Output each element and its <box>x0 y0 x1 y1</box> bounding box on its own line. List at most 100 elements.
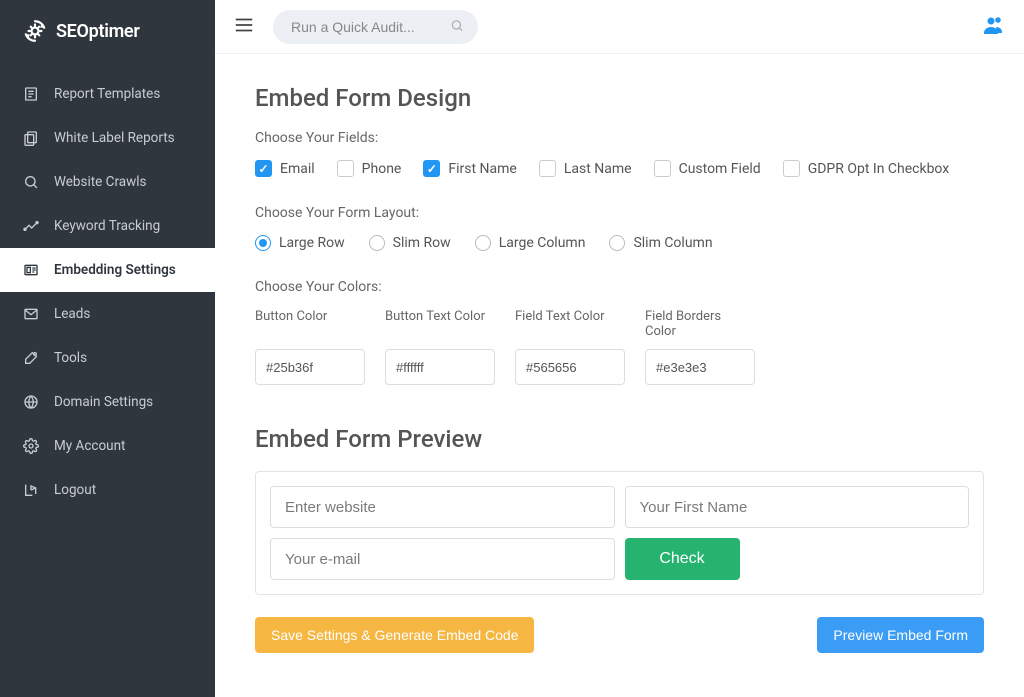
domain-icon <box>22 393 40 411</box>
radio-icon <box>255 235 271 251</box>
sidebar-item-label: Logout <box>54 482 96 498</box>
field-phone[interactable]: Phone <box>337 160 402 177</box>
checkbox-icon <box>539 160 556 177</box>
sidebar-item-label: My Account <box>54 438 125 454</box>
embed-icon <box>22 261 40 279</box>
radio-icon <box>369 235 385 251</box>
field-gdpr[interactable]: GDPR Opt In Checkbox <box>783 160 950 177</box>
checkbox-icon <box>783 160 800 177</box>
preview-check-button[interactable]: Check <box>625 538 740 580</box>
sidebar-item-report-templates[interactable]: Report Templates <box>0 72 215 116</box>
gear-arrows-icon <box>22 18 48 44</box>
topbar <box>215 0 1024 54</box>
layout-label: Choose Your Form Layout: <box>255 205 984 221</box>
preview-email-input[interactable] <box>270 538 615 580</box>
template-icon <box>22 85 40 103</box>
layout-option-label: Slim Column <box>633 235 712 251</box>
leads-icon <box>22 305 40 323</box>
brand-logo[interactable]: SEOptimer <box>0 0 215 64</box>
layout-large-col[interactable]: Large Column <box>475 235 586 251</box>
field-label: Last Name <box>564 161 632 177</box>
sidebar-item-logout[interactable]: Logout <box>0 468 215 512</box>
field-label: Custom Field <box>679 161 761 177</box>
layout-option-label: Large Row <box>279 235 345 251</box>
color-input-button[interactable] <box>255 349 365 385</box>
radio-icon <box>475 235 491 251</box>
app-root: SEOptimer Report Templates White Label R… <box>0 0 1024 697</box>
hamburger-icon[interactable] <box>233 14 255 40</box>
preview-row-1 <box>270 486 969 528</box>
checkbox-icon <box>654 160 671 177</box>
layout-option-label: Large Column <box>499 235 586 251</box>
preview-row-2: Check <box>270 538 969 580</box>
field-custom[interactable]: Custom Field <box>654 160 761 177</box>
sidebar: SEOptimer Report Templates White Label R… <box>0 0 215 697</box>
preview-title: Embed Form Preview <box>255 425 984 453</box>
account-icon <box>22 437 40 455</box>
logout-icon <box>22 481 40 499</box>
layout-slim-row[interactable]: Slim Row <box>369 235 451 251</box>
sidebar-item-label: Tools <box>54 350 87 366</box>
layout-row: Large Row Slim Row Large Column Slim Col… <box>255 235 984 251</box>
color-label: Button Color <box>255 309 365 341</box>
colors-row: Button Color Button Text Color Field Tex… <box>255 309 984 385</box>
checkbox-icon <box>337 160 354 177</box>
preview-form-button[interactable]: Preview Embed Form <box>817 617 984 653</box>
main-content: Embed Form Design Choose Your Fields: Em… <box>215 54 1024 697</box>
color-field-text: Field Text Color <box>515 309 625 385</box>
sidebar-item-domain[interactable]: Domain Settings <box>0 380 215 424</box>
layout-slim-col[interactable]: Slim Column <box>609 235 712 251</box>
footer-buttons: Save Settings & Generate Embed Code Prev… <box>255 617 984 653</box>
color-button-text: Button Text Color <box>385 309 495 385</box>
color-input-field-border[interactable] <box>645 349 755 385</box>
color-label: Field Borders Color <box>645 309 755 341</box>
design-title: Embed Form Design <box>255 84 984 112</box>
sidebar-item-label: Keyword Tracking <box>54 218 160 234</box>
color-label: Field Text Color <box>515 309 625 341</box>
whitelabel-icon <box>22 129 40 147</box>
sidebar-item-label: Domain Settings <box>54 394 153 410</box>
preview-website-input[interactable] <box>270 486 615 528</box>
sidebar-item-tools[interactable]: Tools <box>0 336 215 380</box>
field-firstname[interactable]: First Name <box>423 160 516 177</box>
sidebar-item-label: Website Crawls <box>54 174 147 190</box>
checkbox-icon <box>423 160 440 177</box>
field-lastname[interactable]: Last Name <box>539 160 632 177</box>
color-label: Button Text Color <box>385 309 495 341</box>
colors-label: Choose Your Colors: <box>255 279 984 295</box>
users-icon[interactable] <box>982 13 1006 41</box>
radio-icon <box>609 235 625 251</box>
fields-row: Email Phone First Name Last Name Custom … <box>255 160 984 177</box>
sidebar-nav: Report Templates White Label Reports Web… <box>0 64 215 512</box>
brand-text: SEOptimer <box>56 21 140 42</box>
color-button: Button Color <box>255 309 365 385</box>
sidebar-item-crawls[interactable]: Website Crawls <box>0 160 215 204</box>
color-field-border: Field Borders Color <box>645 309 755 385</box>
main-wrap: Embed Form Design Choose Your Fields: Em… <box>215 0 1024 697</box>
field-label: First Name <box>448 161 516 177</box>
keyword-icon <box>22 217 40 235</box>
sidebar-item-keyword[interactable]: Keyword Tracking <box>0 204 215 248</box>
layout-large-row[interactable]: Large Row <box>255 235 345 251</box>
color-input-field-text[interactable] <box>515 349 625 385</box>
sidebar-item-label: White Label Reports <box>54 130 175 146</box>
field-email[interactable]: Email <box>255 160 315 177</box>
sidebar-item-account[interactable]: My Account <box>0 424 215 468</box>
sidebar-item-embedding[interactable]: Embedding Settings <box>0 248 215 292</box>
sidebar-item-label: Embedding Settings <box>54 262 176 278</box>
tools-icon <box>22 349 40 367</box>
sidebar-item-white-label[interactable]: White Label Reports <box>0 116 215 160</box>
sidebar-item-label: Report Templates <box>54 86 160 102</box>
search-input[interactable] <box>273 10 478 44</box>
preview-firstname-input[interactable] <box>625 486 970 528</box>
embed-form-preview: Check <box>255 471 984 595</box>
color-input-button-text[interactable] <box>385 349 495 385</box>
field-label: GDPR Opt In Checkbox <box>808 161 950 177</box>
sidebar-item-leads[interactable]: Leads <box>0 292 215 336</box>
field-label: Phone <box>362 161 402 177</box>
crawl-icon <box>22 173 40 191</box>
checkbox-icon <box>255 160 272 177</box>
save-button[interactable]: Save Settings & Generate Embed Code <box>255 617 534 653</box>
sidebar-item-label: Leads <box>54 306 90 322</box>
quick-audit-search <box>273 10 478 44</box>
